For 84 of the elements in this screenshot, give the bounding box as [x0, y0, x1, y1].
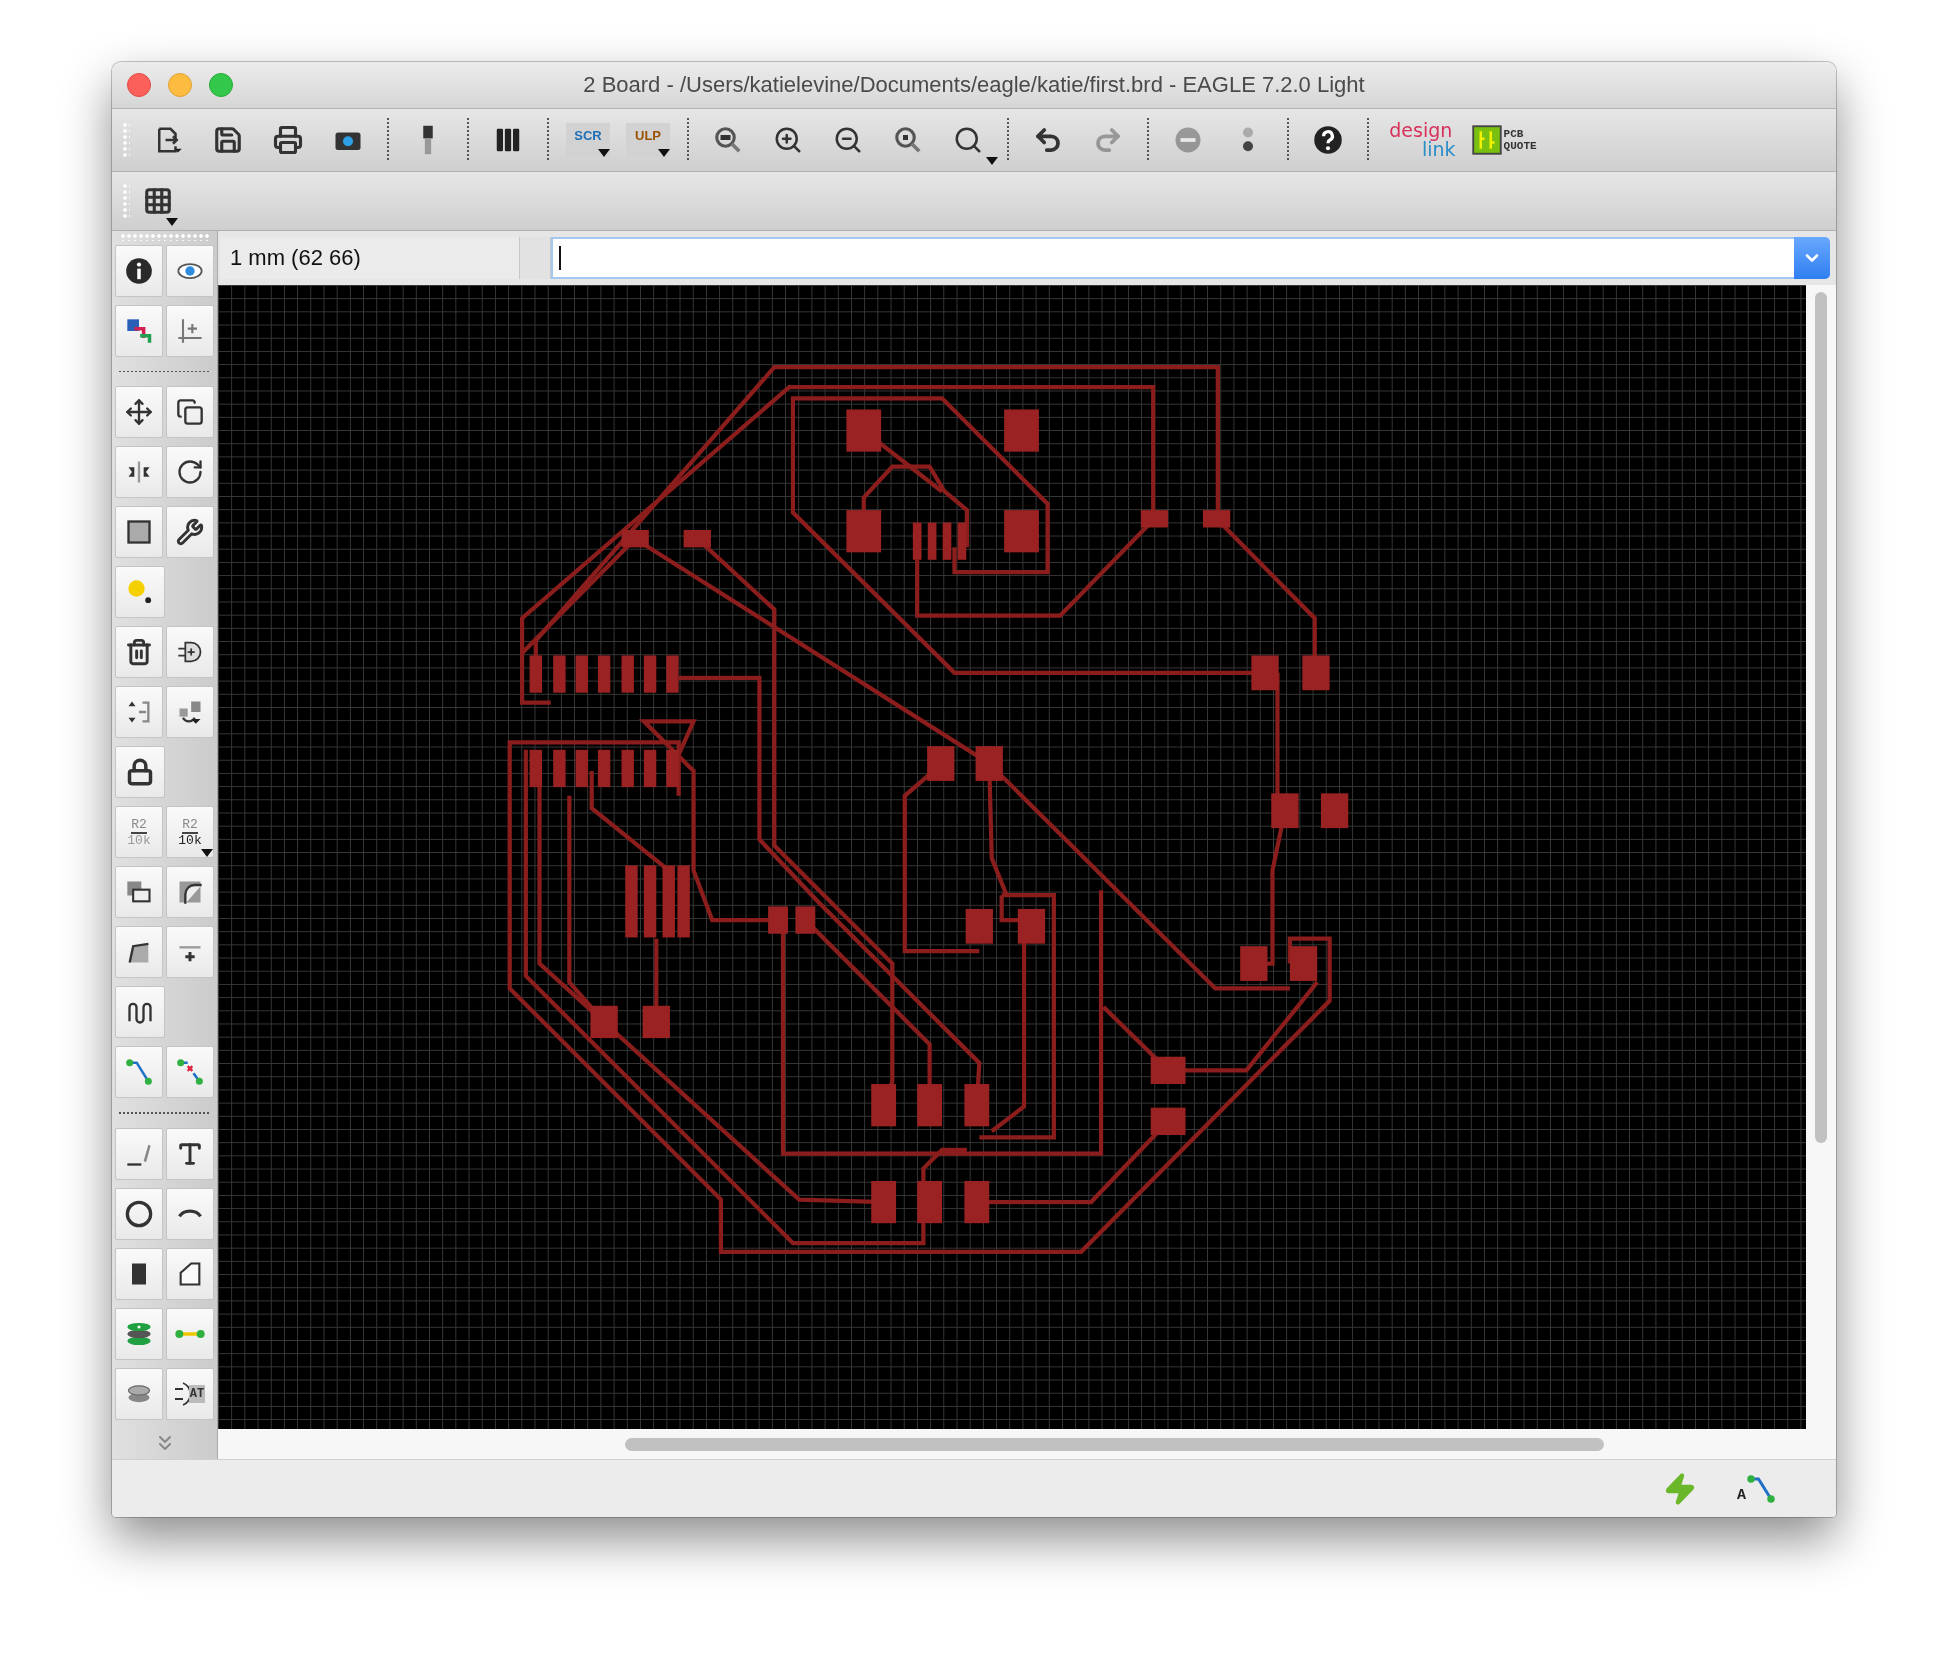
zoom-fit-icon [713, 125, 743, 155]
autorouter-icon [1746, 1473, 1776, 1504]
move-icon [125, 398, 153, 427]
caret-icon [658, 149, 670, 157]
undo-icon [1033, 125, 1063, 155]
lock-tool-button[interactable] [115, 746, 165, 799]
coordinate-display: 1 mm (62 66) [220, 237, 520, 279]
toolbar-grip[interactable] [119, 233, 210, 241]
signal-icon [175, 1329, 205, 1338]
show-tool-button[interactable] [166, 244, 214, 297]
caret-icon [598, 149, 610, 157]
zoom-out-icon [833, 125, 863, 155]
arc-tool-button[interactable] [166, 1187, 214, 1240]
text-cursor [559, 246, 561, 270]
autorouter-button[interactable]: A [1737, 1473, 1776, 1504]
split-tool-button[interactable] [115, 926, 163, 979]
ripup-tool-button[interactable] [166, 1046, 214, 1099]
move-tool-button[interactable] [115, 386, 163, 439]
empty-cell [520, 237, 551, 279]
miter-tool-button[interactable] [166, 866, 214, 919]
colored-squares-icon [125, 316, 153, 345]
delete-tool-button[interactable] [115, 626, 163, 679]
scrollbar-thumb[interactable] [625, 1437, 1604, 1451]
rect-tool-button[interactable] [115, 1247, 163, 1300]
replace-tool-button[interactable] [166, 686, 214, 739]
gate-icon [174, 1380, 189, 1407]
designlink-button[interactable]: design link [1378, 115, 1464, 165]
rotate-icon [176, 458, 204, 487]
caret-icon [201, 849, 213, 858]
square-icon [125, 518, 153, 547]
add-tool-button[interactable] [166, 626, 214, 679]
save-icon [213, 125, 243, 155]
scrollbar-thumb[interactable] [1815, 292, 1827, 1143]
copy-icon [176, 398, 204, 427]
wrench-icon [176, 518, 204, 547]
help-icon [1313, 125, 1343, 155]
stop-icon [1173, 125, 1203, 155]
mirror-tool-button[interactable] [115, 446, 163, 499]
polygon-tool-button[interactable] [166, 1247, 214, 1300]
route-icon [125, 1058, 153, 1087]
route-tool-button[interactable] [115, 1046, 163, 1099]
attribute-tool-button[interactable]: AT [166, 1367, 214, 1420]
lock-icon [126, 758, 154, 787]
toolbar-grip[interactable] [122, 122, 130, 158]
plug-icon [422, 125, 434, 155]
caret-icon [986, 157, 998, 165]
ulp-button[interactable]: ULP [626, 123, 670, 157]
zoom-in-icon [773, 125, 803, 155]
value-tool-button[interactable]: R2 10k [166, 806, 214, 859]
lightning-icon [1663, 1471, 1697, 1506]
window-title: 2 Board - /Users/katielevine/Documents/eagle/katie/first.brd - EAGLE 7.2.0 Light [582, 72, 1366, 98]
redo-icon [1093, 125, 1123, 155]
via-tool-button[interactable] [115, 1307, 163, 1360]
hole-tool-button[interactable] [115, 1367, 163, 1420]
caret-icon [166, 218, 178, 226]
toolbar-grip[interactable] [122, 183, 130, 219]
pcb-quote-button[interactable]: PCB QUOTE [1463, 115, 1545, 165]
print-icon [273, 125, 303, 155]
command-field[interactable] [551, 237, 1794, 279]
group-tool-button[interactable] [115, 506, 163, 559]
command-history-dropdown[interactable] [1794, 237, 1830, 279]
meander-tool-button[interactable] [115, 986, 165, 1039]
info-icon [125, 256, 153, 285]
zoom-area-icon [953, 125, 983, 155]
trash-icon [125, 638, 153, 667]
circle-tool-button[interactable] [115, 1187, 163, 1240]
info-tool-button[interactable] [115, 244, 163, 297]
copy-tool-button[interactable] [166, 386, 214, 439]
circuit-board-icon [1471, 125, 1502, 155]
text-tool-button[interactable] [166, 1127, 214, 1180]
grid-icon [143, 186, 173, 216]
pinswap-tool-button[interactable] [115, 686, 163, 739]
close-button[interactable] [127, 73, 151, 97]
zoom-select-icon [893, 125, 923, 155]
change-tool-button[interactable] [166, 506, 214, 559]
smash-tool-button[interactable] [115, 866, 163, 919]
dot-tool-button[interactable] [115, 566, 165, 619]
script-button[interactable]: SCR [566, 123, 610, 157]
ripup-icon [176, 1058, 204, 1087]
display-tool-button[interactable] [115, 304, 163, 357]
rotate-tool-button[interactable] [166, 446, 214, 499]
crosshair-icon [176, 316, 204, 345]
mark-tool-button[interactable] [166, 304, 214, 357]
circle-icon [125, 1199, 153, 1228]
